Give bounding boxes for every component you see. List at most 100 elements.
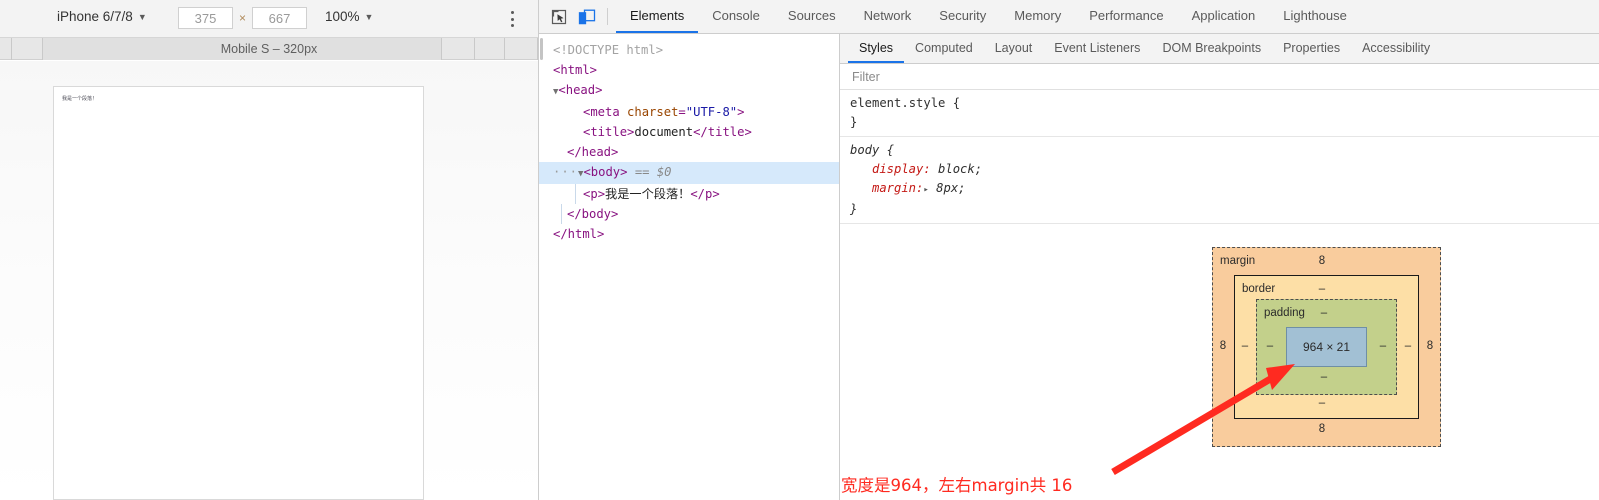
dom-row-body-close[interactable]: </body> — [539, 204, 839, 224]
meta-attr-name: charset — [627, 105, 679, 119]
meta-space — [620, 105, 627, 119]
box-model-diagram[interactable]: 964 × 21 margin border padding 8 8 8 8 –… — [1212, 247, 1441, 447]
indent-guide — [575, 184, 576, 204]
head-close-tag: </head> — [567, 145, 619, 159]
title-close-open: </ — [693, 125, 708, 139]
doctype-text: <!DOCTYPE html> — [553, 43, 664, 57]
property-display: display: — [872, 162, 931, 176]
filter-input[interactable] — [850, 68, 1540, 85]
border-left-value[interactable]: – — [1237, 340, 1253, 352]
tab-properties[interactable]: Properties — [1272, 34, 1351, 63]
tab-console[interactable]: Console — [698, 0, 774, 33]
devtools-screenshot: iPhone 6/7/8 ▼ 375 × 667 100% ▼ Mobile S… — [0, 0, 1599, 500]
toolbar-divider — [607, 8, 608, 25]
html-close-tag: </html> — [553, 227, 605, 241]
title-close-end: > — [744, 125, 752, 139]
border-layer-label: border — [1242, 283, 1276, 295]
emulated-page-frame[interactable]: 我是一个段落！ — [53, 86, 424, 500]
p-close-end: > — [712, 187, 720, 201]
dom-row-doctype[interactable]: <!DOCTYPE html> — [539, 40, 839, 60]
device-preset-dropdown[interactable]: iPhone 6/7/8 ▼ — [57, 9, 147, 24]
tab-dom-breakpoints[interactable]: DOM Breakpoints — [1151, 34, 1272, 63]
tab-network[interactable]: Network — [850, 0, 926, 33]
dom-row-head-open[interactable]: ▼<head> — [539, 80, 839, 102]
tab-styles[interactable]: Styles — [848, 34, 905, 63]
meta-equals: = — [678, 105, 686, 119]
box-model-content-layer[interactable]: 964 × 21 — [1286, 327, 1367, 367]
title-close-name: title — [707, 125, 745, 139]
devtools-panel: Elements Console Sources Network Securit… — [539, 0, 1599, 500]
tab-performance[interactable]: Performance — [1075, 0, 1177, 33]
element-style-close: } — [850, 115, 858, 129]
body-space — [627, 165, 634, 179]
margin-left-value[interactable]: 8 — [1215, 340, 1231, 352]
margin-right-value[interactable]: 8 — [1422, 340, 1438, 352]
padding-top-value[interactable]: – — [1312, 307, 1336, 319]
meta-angle-close: > — [737, 105, 745, 119]
tab-accessibility[interactable]: Accessibility — [1351, 34, 1441, 63]
viewport-height-input[interactable]: 667 — [252, 7, 307, 29]
tab-event-listeners[interactable]: Event Listeners — [1043, 34, 1151, 63]
dom-tree[interactable]: <!DOCTYPE html> <html> ▼<head> <meta cha… — [539, 34, 840, 500]
tab-sources[interactable]: Sources — [774, 0, 850, 33]
tab-memory[interactable]: Memory — [1000, 0, 1075, 33]
margin-bottom-value[interactable]: 8 — [1302, 423, 1342, 435]
content-dimensions: 964 × 21 — [1302, 340, 1351, 354]
border-top-value[interactable]: – — [1309, 283, 1335, 295]
declaration-display[interactable]: display: block; — [850, 160, 1599, 179]
value-margin[interactable]: 8px; — [936, 181, 965, 195]
dom-row-meta[interactable]: <meta charset="UTF-8"> — [539, 102, 839, 122]
chevron-down-icon: ▼ — [364, 11, 374, 22]
dom-row-html-close[interactable]: </html> — [539, 224, 839, 244]
property-margin: margin: — [872, 181, 924, 195]
body-selector: body { — [850, 143, 895, 157]
media-query-bar[interactable]: Mobile S – 320px — [0, 37, 538, 60]
meta-attr-value: "UTF-8" — [685, 105, 738, 119]
tab-security[interactable]: Security — [925, 0, 1000, 33]
p-text: 我是一个段落！ — [605, 187, 691, 201]
body-tag-name: body — [590, 165, 621, 179]
dom-row-title[interactable]: <title>document</title> — [539, 122, 839, 142]
inspect-element-icon[interactable] — [545, 0, 573, 33]
zoom-level-label: 100% — [325, 9, 360, 24]
padding-right-value[interactable]: – — [1375, 340, 1391, 352]
body-close-tag: </body> — [567, 207, 619, 221]
margin-top-value[interactable]: 8 — [1302, 255, 1342, 267]
value-display[interactable]: block; — [938, 162, 982, 176]
rule-body-useragent[interactable]: body { display: block; margin:▸ 8px; } — [840, 137, 1599, 224]
page-paragraph: 我是一个段落！ — [62, 96, 98, 102]
device-toolbar-icon[interactable] — [573, 0, 601, 33]
dimension-separator-icon: × — [239, 11, 247, 25]
meta-tag-name: meta — [590, 105, 620, 119]
body-angle-open: < — [583, 165, 591, 179]
padding-bottom-value[interactable]: – — [1312, 371, 1336, 383]
viewport-width-input[interactable]: 375 — [178, 7, 233, 29]
expand-shorthand-icon[interactable]: ▸ — [923, 185, 928, 195]
tab-application[interactable]: Application — [1178, 0, 1270, 33]
title-text: document — [634, 125, 694, 139]
styles-tabbar: Styles Computed Layout Event Listeners D… — [840, 34, 1599, 64]
devtools-tabbar: Elements Console Sources Network Securit… — [539, 0, 1599, 34]
declaration-margin[interactable]: margin:▸ 8px; — [850, 179, 1599, 200]
zoom-dropdown[interactable]: 100% ▼ — [325, 9, 373, 24]
dom-row-body-open[interactable]: ···▼<body> == $0 — [539, 162, 839, 184]
styles-filter-row[interactable] — [840, 64, 1599, 90]
media-query-label: Mobile S – 320px — [220, 42, 318, 56]
border-bottom-value[interactable]: – — [1309, 397, 1335, 409]
title-tag-name: title — [590, 125, 628, 139]
head-open-tag: <head> — [558, 83, 603, 97]
tab-computed[interactable]: Computed — [904, 34, 984, 63]
border-right-value[interactable]: – — [1400, 340, 1416, 352]
node-menu-icon[interactable]: ··· — [553, 165, 578, 179]
tab-layout[interactable]: Layout — [984, 34, 1044, 63]
padding-left-value[interactable]: – — [1262, 340, 1278, 352]
kebab-menu-icon[interactable] — [504, 9, 520, 29]
dom-row-head-close[interactable]: </head> — [539, 142, 839, 162]
element-style-selector: element.style { — [850, 96, 961, 110]
tab-lighthouse[interactable]: Lighthouse — [1269, 0, 1361, 33]
viewport-area: 我是一个段落！ — [0, 61, 538, 500]
dom-row-paragraph[interactable]: <p>我是一个段落！</p> — [539, 184, 839, 204]
tab-elements[interactable]: Elements — [616, 0, 699, 33]
dom-row-html-open[interactable]: <html> — [539, 60, 839, 80]
rule-element-style[interactable]: element.style { } — [840, 90, 1599, 137]
